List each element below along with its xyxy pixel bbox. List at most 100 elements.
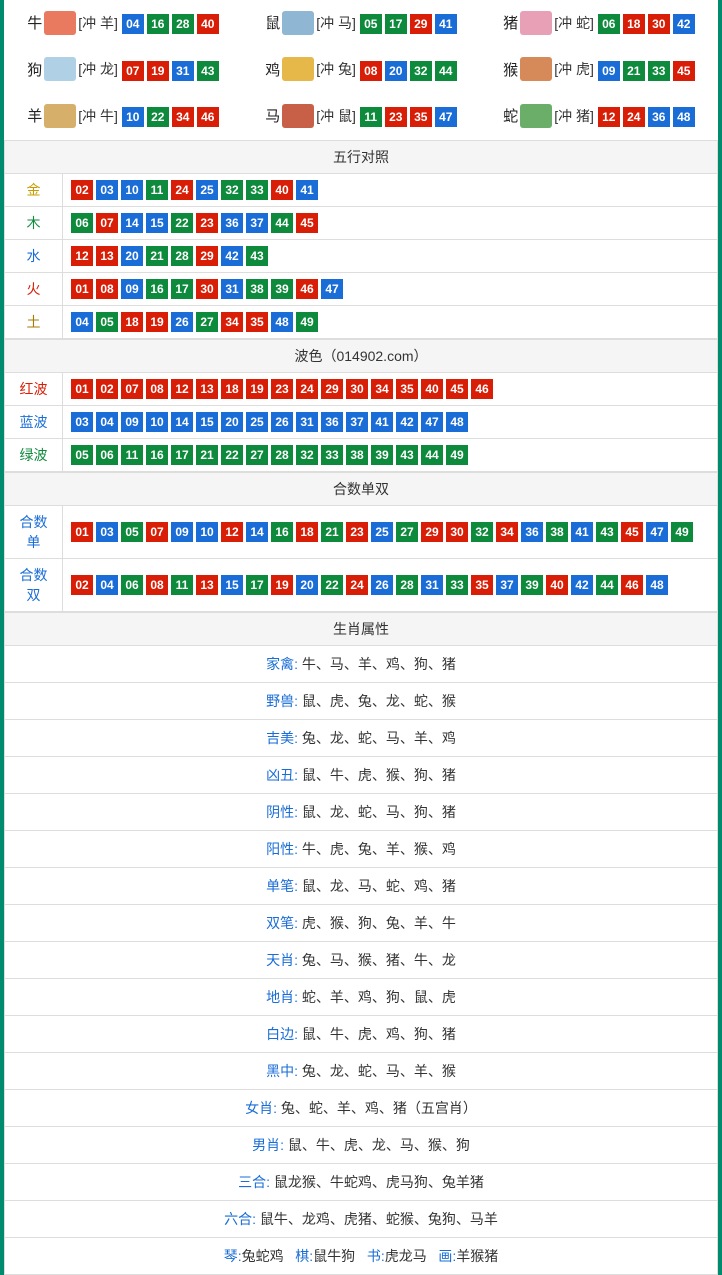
zodiac-grid: 牛 [冲 羊] 04162840 鼠 [冲 马] 05172941 猪 [冲 蛇… bbox=[4, 0, 718, 140]
attr-value: 兔、蛇、羊、鸡、猪（五宫肖） bbox=[281, 1100, 477, 1116]
number-ball: 41 bbox=[296, 180, 318, 200]
attr-row: 地肖: 蛇、羊、鸡、狗、鼠、虎 bbox=[5, 978, 718, 1015]
number-ball: 06 bbox=[121, 575, 143, 595]
zodiac-conflict: [冲 兔] bbox=[316, 59, 356, 79]
zodiac-cell: 猴 [冲 虎] 09213345 bbox=[480, 47, 718, 94]
zodiac-balls: 05172941 bbox=[360, 14, 457, 34]
number-ball: 41 bbox=[571, 522, 593, 542]
zodiac-conflict: [冲 蛇] bbox=[554, 13, 594, 33]
number-ball: 17 bbox=[246, 575, 268, 595]
row-label: 火 bbox=[5, 272, 63, 305]
attr-value: 兔、龙、蛇、马、羊、猴 bbox=[302, 1063, 456, 1079]
footer-value: 兔蛇鸡 bbox=[242, 1248, 284, 1264]
zodiac-icon bbox=[44, 57, 76, 81]
number-ball: 38 bbox=[346, 445, 368, 465]
attr-label: 阳性: bbox=[266, 841, 298, 857]
number-ball: 27 bbox=[246, 445, 268, 465]
number-ball: 12 bbox=[71, 246, 93, 266]
number-ball: 40 bbox=[421, 379, 443, 399]
attr-value: 鼠、牛、虎、鸡、狗、猪 bbox=[302, 1026, 456, 1042]
number-ball: 32 bbox=[296, 445, 318, 465]
attr-label: 阴性: bbox=[266, 804, 298, 820]
number-ball: 07 bbox=[122, 61, 144, 81]
attr-label: 女肖: bbox=[245, 1100, 277, 1116]
attr-label: 六合: bbox=[224, 1211, 256, 1227]
number-ball: 47 bbox=[646, 522, 668, 542]
row-label: 木 bbox=[5, 206, 63, 239]
attr-label: 家禽: bbox=[266, 656, 298, 672]
zodiac-name: 羊 bbox=[27, 105, 42, 126]
number-ball: 37 bbox=[496, 575, 518, 595]
number-ball: 30 bbox=[446, 522, 468, 542]
zodiac-conflict: [冲 龙] bbox=[78, 59, 118, 79]
number-ball: 02 bbox=[96, 379, 118, 399]
attr-label: 男肖: bbox=[252, 1137, 284, 1153]
number-ball: 33 bbox=[321, 445, 343, 465]
number-ball: 12 bbox=[598, 107, 620, 127]
number-ball: 47 bbox=[321, 279, 343, 299]
zodiac-conflict: [冲 牛] bbox=[78, 106, 118, 126]
row-balls: 06071415222336374445 bbox=[63, 206, 718, 239]
attr-row: 凶丑: 鼠、牛、虎、猴、狗、猪 bbox=[5, 756, 718, 793]
number-ball: 18 bbox=[296, 522, 318, 542]
zodiac-name: 鼠 bbox=[265, 12, 280, 33]
zodiac-cell: 猪 [冲 蛇] 06183042 bbox=[480, 0, 718, 47]
number-ball: 32 bbox=[221, 180, 243, 200]
zodiac-name: 蛇 bbox=[503, 105, 518, 126]
number-ball: 16 bbox=[146, 445, 168, 465]
number-ball: 13 bbox=[196, 379, 218, 399]
number-ball: 32 bbox=[471, 522, 493, 542]
attr-value: 牛、虎、兔、羊、猴、鸡 bbox=[302, 841, 456, 857]
row-label: 红波 bbox=[5, 372, 63, 405]
number-ball: 29 bbox=[410, 14, 432, 34]
zodiac-name: 猴 bbox=[503, 59, 518, 80]
footer-label: 画: bbox=[438, 1248, 456, 1264]
heshu-title: 合数单双 bbox=[5, 472, 718, 505]
number-ball: 42 bbox=[673, 14, 695, 34]
number-ball: 08 bbox=[96, 279, 118, 299]
attr-row: 阴性: 鼠、龙、蛇、马、狗、猪 bbox=[5, 793, 718, 830]
attr-label: 三合: bbox=[238, 1174, 270, 1190]
row-label: 水 bbox=[5, 239, 63, 272]
number-ball: 43 bbox=[396, 445, 418, 465]
shengxiao-title: 生肖属性 bbox=[5, 612, 718, 645]
zodiac-icon bbox=[282, 104, 314, 128]
zodiac-balls: 08203244 bbox=[360, 61, 457, 81]
number-ball: 31 bbox=[172, 61, 194, 81]
number-ball: 06 bbox=[598, 14, 620, 34]
number-ball: 05 bbox=[71, 445, 93, 465]
number-ball: 08 bbox=[146, 379, 168, 399]
number-ball: 10 bbox=[196, 522, 218, 542]
number-ball: 44 bbox=[271, 213, 293, 233]
number-ball: 01 bbox=[71, 279, 93, 299]
number-ball: 04 bbox=[96, 575, 118, 595]
number-ball: 16 bbox=[271, 522, 293, 542]
row-label: 绿波 bbox=[5, 438, 63, 471]
zodiac-conflict: [冲 虎] bbox=[554, 59, 594, 79]
number-ball: 40 bbox=[197, 14, 219, 34]
zodiac-conflict: [冲 马] bbox=[316, 13, 356, 33]
attr-row: 双笔: 虎、猴、狗、兔、羊、牛 bbox=[5, 904, 718, 941]
number-ball: 15 bbox=[221, 575, 243, 595]
number-ball: 09 bbox=[598, 61, 620, 81]
zodiac-name: 牛 bbox=[27, 12, 42, 33]
attr-value: 牛、马、羊、鸡、狗、猪 bbox=[302, 656, 456, 672]
footer-value: 羊猴猪 bbox=[456, 1248, 498, 1264]
number-ball: 28 bbox=[172, 14, 194, 34]
number-ball: 18 bbox=[623, 14, 645, 34]
number-ball: 34 bbox=[172, 107, 194, 127]
number-ball: 46 bbox=[471, 379, 493, 399]
number-ball: 09 bbox=[121, 279, 143, 299]
attr-label: 野兽: bbox=[266, 693, 298, 709]
number-ball: 25 bbox=[371, 522, 393, 542]
number-ball: 42 bbox=[571, 575, 593, 595]
number-ball: 11 bbox=[360, 107, 382, 127]
footer-row: 琴:兔蛇鸡 棋:鼠牛狗 书:虎龙马 画:羊猴猪 bbox=[5, 1237, 718, 1274]
number-ball: 12 bbox=[171, 379, 193, 399]
number-ball: 11 bbox=[121, 445, 143, 465]
zodiac-icon bbox=[44, 104, 76, 128]
number-ball: 18 bbox=[121, 312, 143, 332]
attr-value: 兔、龙、蛇、马、羊、鸡 bbox=[302, 730, 456, 746]
number-ball: 13 bbox=[196, 575, 218, 595]
zodiac-cell: 马 [冲 鼠] 11233547 bbox=[242, 93, 480, 140]
